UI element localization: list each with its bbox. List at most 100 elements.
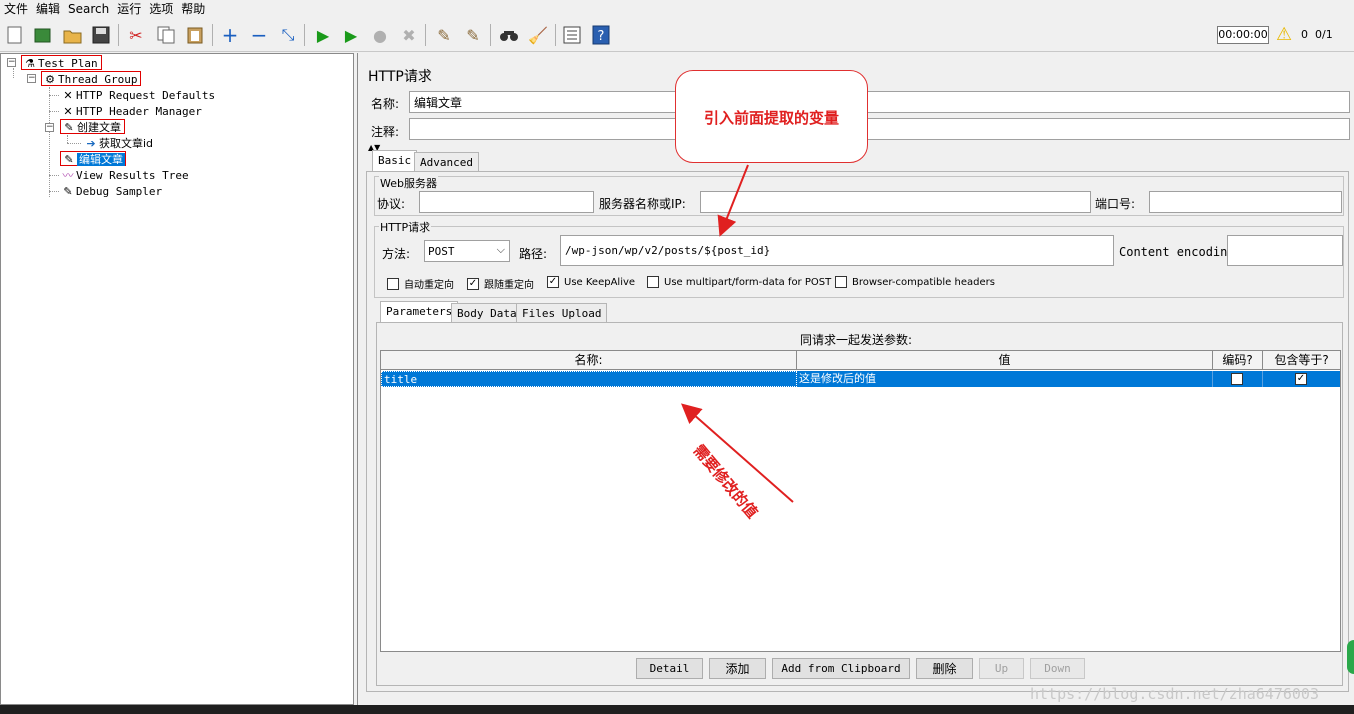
shutdown-icon: ✖ bbox=[402, 25, 416, 45]
comment-label: 注释: bbox=[371, 125, 400, 139]
menu-file[interactable]: 文件 bbox=[0, 0, 32, 18]
protocol-label: 协议: bbox=[377, 197, 406, 211]
tab-advanced[interactable]: Advanced bbox=[414, 152, 479, 172]
pencil-icon: ✎ bbox=[64, 153, 74, 166]
menu-search[interactable]: Search bbox=[64, 0, 113, 18]
collapse-thread-group-icon[interactable]: − bbox=[27, 74, 36, 83]
svg-text:?: ? bbox=[598, 29, 605, 44]
tab-basic[interactable]: Basic bbox=[372, 150, 418, 172]
multipart-checkbox[interactable]: Use multipart/form-data for POST bbox=[647, 276, 831, 288]
help-icon[interactable]: ? bbox=[590, 24, 612, 46]
tab-files-upload[interactable]: Files Upload bbox=[516, 303, 608, 323]
checkmark-icon: ✓ bbox=[467, 277, 479, 290]
tab-body-data[interactable]: Body Data bbox=[451, 303, 523, 323]
tree-node-http-defaults[interactable]: ✕ HTTP Request Defaults bbox=[60, 88, 215, 103]
start-no-pause-icon[interactable]: ▶ bbox=[340, 24, 362, 46]
server-input[interactable] bbox=[700, 191, 1091, 213]
warning-icon[interactable]: ⚠ bbox=[1276, 24, 1292, 45]
menu-edit[interactable]: 编辑 bbox=[32, 0, 64, 18]
copy-icon[interactable] bbox=[155, 24, 177, 46]
keepalive-checkbox[interactable]: ✓ Use KeepAlive bbox=[547, 276, 635, 288]
extractor-arrow-icon: ➔ bbox=[86, 137, 96, 150]
detail-button[interactable]: Detail bbox=[636, 658, 703, 679]
gear-icon: ⚙ bbox=[45, 73, 55, 86]
start-icon[interactable]: ▶ bbox=[312, 24, 334, 46]
method-value: POST bbox=[428, 245, 455, 258]
annotation-bubble-text: 引入前面提取的变量 bbox=[703, 109, 839, 127]
elapsed-timer: 00:00:00 bbox=[1217, 26, 1269, 44]
method-select[interactable]: POST ⌵ bbox=[424, 240, 510, 262]
collapse-icon[interactable]: − bbox=[248, 23, 270, 47]
server-label: 服务器名称或IP: bbox=[599, 197, 686, 211]
add-from-clipboard-button[interactable]: Add from Clipboard bbox=[772, 658, 910, 679]
add-button[interactable]: 添加 bbox=[709, 658, 766, 679]
path-input[interactable] bbox=[560, 235, 1114, 266]
paste-icon[interactable] bbox=[184, 24, 206, 46]
test-plan-tree[interactable]: − ⚗ Test Plan − ⚙ Thread Group ✕ HTTP Reque… bbox=[0, 53, 354, 705]
tab-parameters[interactable]: Parameters bbox=[380, 301, 459, 323]
collapse-test-plan-icon[interactable]: − bbox=[7, 58, 16, 67]
templates-icon[interactable] bbox=[32, 24, 54, 46]
protocol-input[interactable] bbox=[419, 191, 594, 213]
save-icon[interactable] bbox=[90, 24, 112, 46]
menu-options[interactable]: 选项 bbox=[145, 0, 177, 18]
tree-node-thread-group[interactable]: ⚙ Thread Group bbox=[41, 71, 142, 86]
tree-node-test-plan[interactable]: ⚗ Test Plan bbox=[21, 55, 102, 70]
menu-help[interactable]: 帮助 bbox=[177, 0, 209, 18]
menu-bar: 文件 编辑 Search 运行 选项 帮助 bbox=[0, 0, 1354, 18]
auto-redirect-checkbox[interactable]: 自动重定向 bbox=[387, 276, 454, 291]
column-header-include-equals[interactable]: 包含等于? bbox=[1263, 351, 1340, 370]
open-icon[interactable] bbox=[62, 24, 84, 46]
toggle-icon[interactable]: ⤡ bbox=[277, 24, 299, 46]
column-header-encode[interactable]: 编码? bbox=[1213, 351, 1263, 370]
param-include-equals-cell[interactable]: ✓ bbox=[1263, 371, 1340, 387]
content-encoding-input[interactable] bbox=[1227, 235, 1343, 266]
checkbox-empty bbox=[387, 277, 399, 290]
collapse-create-article-icon[interactable]: − bbox=[45, 123, 54, 132]
params-caption: 同请求一起发送参数: bbox=[800, 333, 913, 347]
tree-node-get-article-id[interactable]: ➔ 获取文章id bbox=[83, 136, 153, 151]
tree-node-edit-article[interactable]: ✎ 编辑文章 bbox=[60, 151, 126, 166]
parameters-table[interactable]: 名称: 值 编码? 包含等于? title 这是修改后的值 ✓ bbox=[380, 350, 1341, 652]
browser-headers-checkbox[interactable]: Browser-compatible headers bbox=[835, 276, 995, 288]
tree-node-header-manager[interactable]: ✕ HTTP Header Manager bbox=[60, 104, 201, 119]
function-helper-icon[interactable] bbox=[561, 24, 583, 46]
tree-node-debug-sampler[interactable]: ✎ Debug Sampler bbox=[60, 184, 162, 199]
encode-checkbox[interactable] bbox=[1231, 373, 1243, 385]
new-icon[interactable] bbox=[4, 24, 26, 46]
name-label: 名称: bbox=[371, 97, 400, 111]
param-name-cell[interactable]: title bbox=[381, 371, 797, 387]
delete-button[interactable]: 删除 bbox=[916, 658, 973, 679]
name-input[interactable] bbox=[409, 91, 1350, 113]
reset-search-icon[interactable]: 🧹 bbox=[527, 24, 549, 46]
comment-input[interactable] bbox=[409, 118, 1350, 140]
param-value-cell[interactable]: 这是修改后的值 bbox=[797, 371, 1213, 387]
port-input[interactable] bbox=[1149, 191, 1342, 213]
up-button: Up bbox=[979, 658, 1024, 679]
graph-icon: 〰 bbox=[62, 169, 74, 182]
table-row[interactable]: title 这是修改后的值 ✓ bbox=[381, 371, 1340, 387]
wrench-icon: ✕ bbox=[63, 89, 73, 102]
checkbox-empty bbox=[647, 276, 659, 288]
taskbar bbox=[0, 705, 1354, 714]
search-icon[interactable] bbox=[498, 24, 520, 46]
expand-icon[interactable]: + bbox=[219, 23, 241, 47]
tree-node-view-results-tree[interactable]: 〰 View Results Tree bbox=[60, 168, 189, 183]
column-header-value[interactable]: 值 bbox=[797, 351, 1213, 370]
cut-icon[interactable]: ✂ bbox=[125, 24, 147, 46]
stop-icon: ● bbox=[373, 25, 387, 45]
chevron-down-icon: ⌵ bbox=[496, 243, 505, 256]
test-plan-icon: ⚗ bbox=[25, 57, 35, 70]
checkbox-empty bbox=[835, 276, 847, 288]
column-header-name[interactable]: 名称: bbox=[381, 351, 797, 370]
menu-run[interactable]: 运行 bbox=[113, 0, 145, 18]
http-request-legend: HTTP请求 bbox=[379, 219, 432, 235]
param-encode-cell[interactable] bbox=[1213, 371, 1263, 387]
clear-icon[interactable]: ✎ bbox=[433, 24, 455, 46]
follow-redirect-checkbox[interactable]: ✓ 跟随重定向 bbox=[467, 276, 534, 291]
checkmark-icon[interactable]: ✓ bbox=[1295, 373, 1307, 385]
clear-all-icon[interactable]: ✎ bbox=[462, 24, 484, 46]
path-label: 路径: bbox=[519, 247, 548, 261]
web-server-legend: Web服务器 bbox=[379, 175, 438, 191]
tree-node-create-article[interactable]: ✎ 创建文章 bbox=[60, 119, 125, 134]
